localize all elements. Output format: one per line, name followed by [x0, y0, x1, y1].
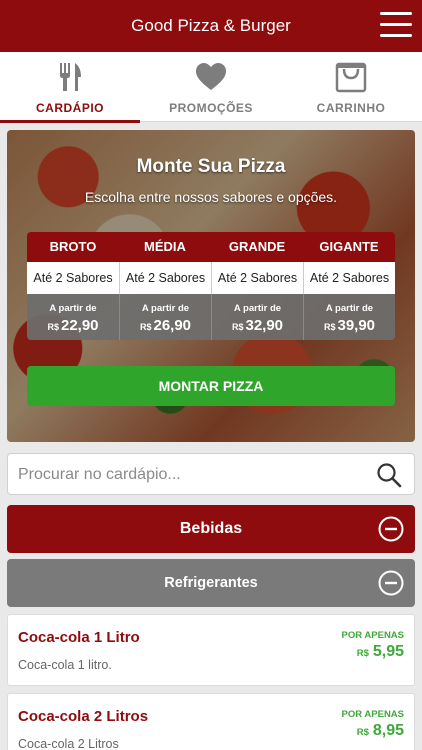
builder-subtitle: Escolha entre nossos sabores e opções. — [84, 189, 338, 205]
size-name: BROTO — [27, 232, 119, 262]
price-value: 5,95 — [372, 643, 404, 660]
size-price: R$ 39,90 — [304, 317, 395, 334]
tab-label: PROMOÇÕES — [169, 101, 253, 115]
shopping-bag-icon — [335, 62, 367, 93]
size-flavors: Até 2 Sabores — [119, 262, 211, 294]
pizza-builder-card: Monte Sua Pizza Escolha entre nossos sab… — [7, 130, 415, 442]
size-option-gigante[interactable]: GIGANTE Até 2 Sabores A partir de R$ 39,9… — [303, 232, 395, 340]
builder-title: Monte Sua Pizza — [136, 156, 286, 177]
tab-label: CARDÁPIO — [35, 101, 104, 115]
product-name: Coca-cola 2 Litros — [18, 708, 149, 725]
fork-knife-icon — [60, 63, 81, 91]
price-from-label: A partir de — [49, 303, 97, 314]
tab-carrinho[interactable]: CARRINHO — [281, 52, 421, 122]
tab-cardapio[interactable]: CARDÁPIO — [0, 52, 140, 123]
price-value: 22,90 — [60, 317, 99, 334]
price-value: 8,95 — [372, 722, 404, 739]
tab-label: CARRINHO — [316, 101, 386, 115]
size-table: BROTO Até 2 Sabores A partir de R$ 22,90 … — [27, 232, 395, 340]
app-header: Good Pizza & Burger — [0, 0, 422, 52]
size-flavors: Até 2 Sabores — [211, 262, 303, 294]
collapse-icon[interactable] — [378, 570, 404, 596]
product-price: R$ 5,95 — [357, 643, 404, 661]
product-item[interactable]: Coca-cola 1 Litro Coca-cola 1 litro. POR… — [7, 614, 415, 686]
price-value: 39,90 — [337, 317, 376, 334]
currency-symbol: R$ — [231, 322, 244, 332]
size-name: MÉDIA — [119, 232, 211, 262]
price-prefix-label: POR APENAS — [341, 709, 404, 720]
tab-promocoes[interactable]: PROMOÇÕES — [141, 52, 281, 122]
category-bebidas[interactable]: Bebidas — [7, 505, 415, 553]
currency-symbol: R$ — [47, 322, 59, 332]
collapse-icon[interactable] — [378, 516, 404, 542]
product-description: Coca-cola 1 litro. — [18, 658, 112, 672]
product-name: Coca-cola 1 Litro — [18, 629, 140, 646]
size-price-box: A partir de R$ 22,90 — [27, 294, 119, 340]
size-flavors: Até 2 Sabores — [303, 262, 395, 294]
currency-symbol: R$ — [356, 727, 369, 738]
size-name: GIGANTE — [303, 232, 395, 262]
size-price-box: A partir de R$ 32,90 — [211, 294, 303, 340]
price-from-label: A partir de — [141, 303, 190, 314]
size-price: R$ 22,90 — [27, 317, 119, 334]
size-name: GRANDE — [211, 232, 303, 262]
price-prefix-label: POR APENAS — [341, 630, 404, 641]
product-price: R$ 8,95 — [357, 722, 404, 740]
size-price: R$ 26,90 — [120, 317, 211, 334]
size-price-box: A partir de R$ 39,90 — [303, 294, 395, 340]
build-pizza-button[interactable]: MONTAR PIZZA — [27, 366, 395, 406]
search-icon[interactable] — [376, 462, 402, 488]
subcategory-label: Refrigerantes — [164, 575, 258, 591]
subcategory-refrigerantes[interactable]: Refrigerantes — [7, 559, 415, 607]
size-price: R$ 32,90 — [212, 317, 303, 334]
tab-bar: CARDÁPIO PROMOÇÕES CARRINHO — [0, 52, 422, 123]
price-value: 26,90 — [153, 317, 192, 334]
app-title: Good Pizza & Burger — [131, 16, 291, 35]
product-description: Coca-cola 2 Litros — [18, 737, 119, 750]
size-option-media[interactable]: MÉDIA Até 2 Sabores A partir de R$ 26,90 — [119, 232, 211, 340]
price-from-label: A partir de — [233, 303, 282, 314]
size-option-broto[interactable]: BROTO Até 2 Sabores A partir de R$ 22,90 — [27, 232, 119, 340]
price-value: 32,90 — [245, 317, 284, 334]
size-price-box: A partir de R$ 26,90 — [119, 294, 211, 340]
price-from-label: A partir de — [325, 303, 374, 314]
search-input[interactable] — [18, 462, 358, 488]
heart-icon — [196, 63, 226, 90]
currency-symbol: R$ — [356, 648, 369, 659]
size-flavors: Até 2 Sabores — [27, 262, 119, 294]
category-label: Bebidas — [179, 520, 243, 537]
currency-symbol: R$ — [139, 322, 152, 332]
size-option-grande[interactable]: GRANDE Até 2 Sabores A partir de R$ 32,90 — [211, 232, 303, 340]
currency-symbol: R$ — [323, 322, 336, 332]
hamburger-menu-icon[interactable] — [380, 12, 412, 38]
menu-search-bar — [7, 453, 415, 495]
product-item[interactable]: Coca-cola 2 Litros Coca-cola 2 Litros PO… — [7, 693, 415, 750]
